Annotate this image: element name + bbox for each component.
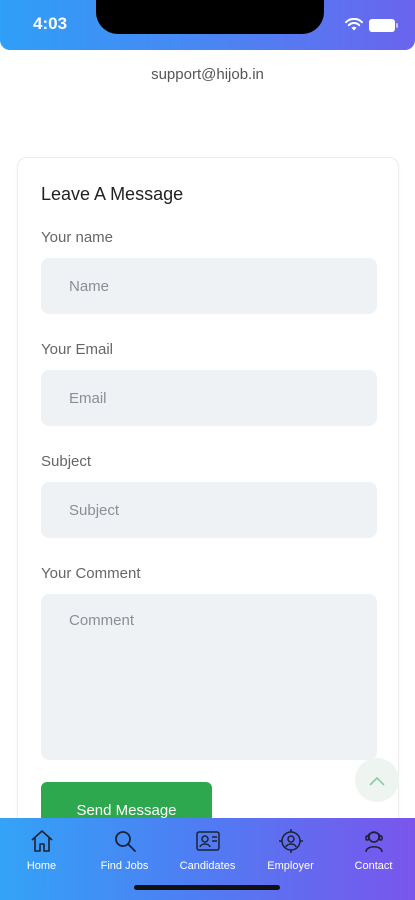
subject-label: Subject [41,453,92,470]
nav-label-home: Home [26,860,57,872]
candidates-icon [193,826,223,856]
status-bar: 4:03 [0,0,415,50]
chevron-up-icon [369,771,385,790]
message-form-card: Leave A Message Your name Your Email Sub… [17,157,399,838]
nav-item-employer[interactable]: Employer [249,826,332,872]
email-label: Your Email [41,341,113,358]
name-input[interactable] [41,258,377,314]
nav-label-employer: Employer [267,860,314,872]
employer-icon [276,826,306,856]
nav-item-candidates[interactable]: Candidates [166,826,249,872]
battery-icon [369,19,398,32]
device-notch [96,0,324,34]
wifi-icon [345,16,363,35]
search-icon [110,826,140,856]
subject-input[interactable] [41,482,377,538]
home-indicator [134,885,280,890]
contact-icon [359,826,389,856]
name-label: Your name [41,229,113,246]
home-icon [27,826,57,856]
status-icons [345,16,398,35]
support-email[interactable]: support@hijob.in [0,66,415,83]
nav-label-find-jobs: Find Jobs [100,860,149,872]
nav-item-home[interactable]: Home [0,826,83,872]
form-title: Leave A Message [41,184,184,204]
nav-label-candidates: Candidates [179,860,236,872]
nav-item-find-jobs[interactable]: Find Jobs [83,826,166,872]
comment-textarea[interactable] [41,594,377,760]
status-time: 4:03 [33,14,68,33]
nav-label-contact: Contact [354,860,393,872]
comment-label: Your Comment [41,565,141,582]
email-input[interactable] [41,370,377,426]
nav-item-contact[interactable]: Contact [332,826,415,872]
scroll-to-top-button[interactable] [355,758,399,802]
